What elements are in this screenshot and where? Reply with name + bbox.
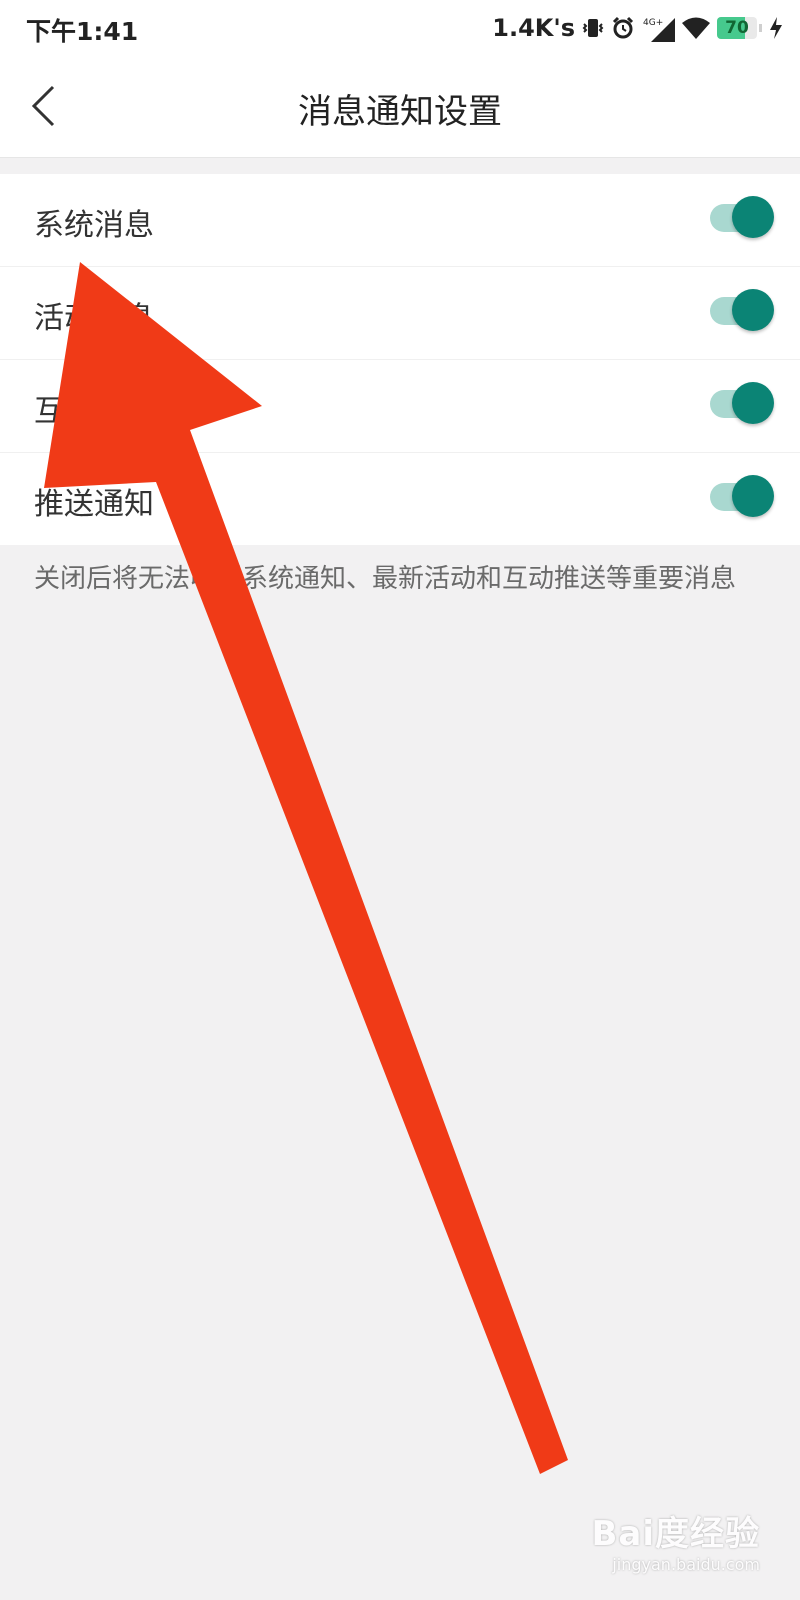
- settings-list: 系统消息 活动消息 互动消息 推送通知: [0, 174, 800, 545]
- watermark-brand: Bai度经验: [591, 1514, 760, 1554]
- toggle-system-messages[interactable]: [708, 196, 774, 240]
- setting-row-activity: 活动消息: [0, 267, 800, 360]
- toggle-knob: [732, 196, 774, 238]
- battery-level: 70: [725, 18, 749, 38]
- page-title: 消息通知设置: [298, 92, 502, 132]
- battery-icon: 70: [717, 17, 757, 39]
- setting-label: 系统消息: [34, 208, 154, 243]
- charging-icon: [768, 16, 784, 40]
- status-icons: 1.4K's 4G+ 70: [492, 10, 784, 46]
- settings-note: 关闭后将无法收到系统通知、最新活动和互动推送等重要消息: [34, 564, 737, 594]
- wifi-icon: [681, 16, 711, 40]
- header: 消息通知设置: [0, 56, 800, 158]
- toggle-push-notifications[interactable]: [708, 475, 774, 519]
- setting-row-push: 推送通知: [0, 453, 800, 545]
- setting-label: 推送通知: [34, 487, 154, 522]
- watermark-url: jingyan.baidu.com: [612, 1555, 760, 1574]
- toggle-knob: [732, 289, 774, 331]
- setting-row-system: 系统消息: [0, 174, 800, 267]
- toggle-knob: [732, 382, 774, 424]
- vibrate-icon: [581, 16, 605, 40]
- toggle-interaction-messages[interactable]: [708, 382, 774, 426]
- alarm-icon: [611, 16, 635, 40]
- watermark-logo: Bai度经验 jingyan.baidu.com: [591, 1506, 760, 1574]
- network-speed: 1.4K's: [492, 14, 575, 42]
- signal-icon: 4G+: [641, 16, 675, 42]
- setting-label: 活动消息: [34, 301, 154, 336]
- toggle-activity-messages[interactable]: [708, 289, 774, 333]
- setting-label: 互动消息: [34, 394, 154, 429]
- status-time: 下午1:41: [26, 17, 139, 46]
- toggle-knob: [732, 475, 774, 517]
- setting-row-interaction: 互动消息: [0, 360, 800, 453]
- battery-cap: [759, 24, 762, 32]
- status-bar: 下午1:41 1.4K's 4G+ 70: [0, 0, 800, 56]
- signal-type: 4G+: [643, 18, 663, 28]
